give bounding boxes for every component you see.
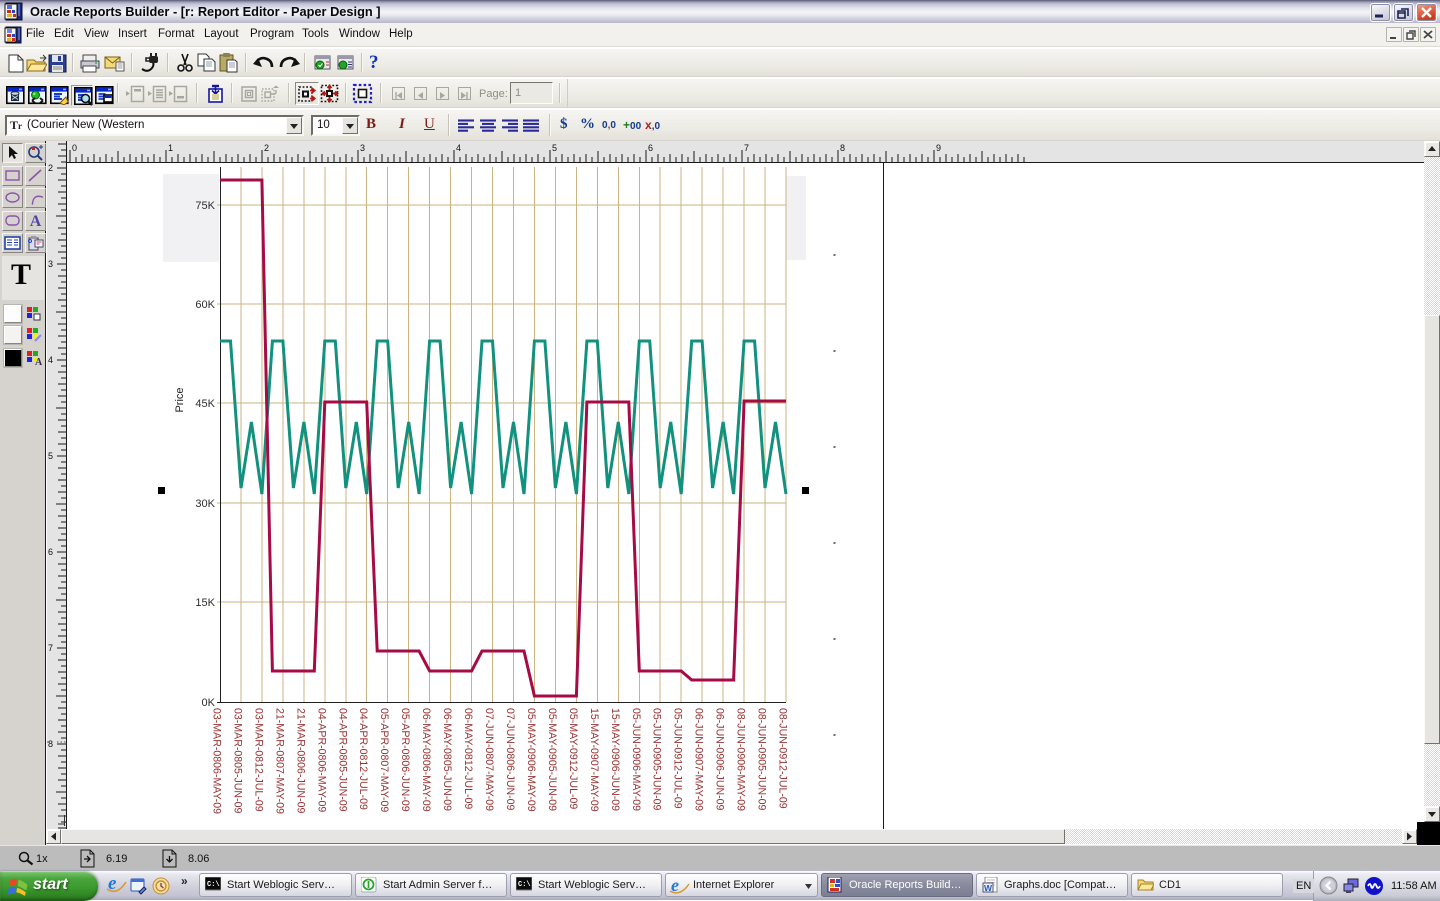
svg-text:30K: 30K [195, 498, 215, 510]
svg-text:75K: 75K [195, 200, 215, 212]
svg-text:03-MAR-0805-JUN-09: 03-MAR-0805-JUN-09 [232, 708, 244, 813]
svg-text:05-APR-0806-JUN-09: 05-APR-0806-JUN-09 [399, 708, 411, 812]
svg-text:04-APR-0805-JUN-09: 04-APR-0805-JUN-09 [336, 708, 348, 812]
svg-text:6: 6 [648, 143, 653, 153]
svg-text:05-JUN-0905-JUN-09: 05-JUN-0905-JUN-09 [651, 708, 663, 811]
svg-text:Price: Price [174, 387, 186, 412]
svg-text:08-JUN-0905-JUN-09: 08-JUN-0905-JUN-09 [756, 708, 768, 811]
svg-text:03-MAR-0812-JUL-09: 03-MAR-0812-JUL-09 [252, 708, 264, 812]
svg-text:C:\: C:\ [518, 881, 531, 889]
svg-text:A: A [30, 213, 42, 230]
svg-text:0: 0 [72, 143, 77, 153]
svg-text:A: A [35, 357, 43, 366]
svg-text:4: 4 [456, 143, 461, 153]
svg-text:2: 2 [264, 143, 269, 153]
svg-text:06-MAY-0812-JUL-09: 06-MAY-0812-JUL-09 [462, 708, 474, 809]
svg-text:60K: 60K [195, 299, 215, 311]
svg-text:4: 4 [48, 355, 53, 365]
svg-text:2: 2 [48, 163, 53, 173]
svg-text:6: 6 [48, 547, 53, 557]
svg-text:06-MAY-0805-JUN-09: 06-MAY-0805-JUN-09 [441, 708, 453, 811]
svg-text:15K: 15K [195, 597, 215, 609]
svg-text:W: W [984, 883, 993, 893]
svg-text:1: 1 [168, 143, 173, 153]
svg-text:05-JUN-0906-MAY-09: 05-JUN-0906-MAY-09 [630, 708, 642, 811]
svg-text:06-MAY-0806-MAY-09: 06-MAY-0806-MAY-09 [420, 708, 432, 812]
svg-text:21-MAR-0806-JUN-09: 21-MAR-0806-JUN-09 [294, 708, 306, 813]
svg-text:7: 7 [744, 143, 749, 153]
svg-text:5: 5 [552, 143, 557, 153]
svg-text:08-JUN-0906-MAY-09: 08-JUN-0906-MAY-09 [735, 708, 747, 811]
svg-text:15-MAY-0906-JUN-09: 15-MAY-0906-JUN-09 [609, 708, 621, 811]
svg-text:C:\: C:\ [207, 881, 220, 889]
svg-text:07-JUN-0806-JUN-09: 07-JUN-0806-JUN-09 [504, 708, 516, 811]
svg-text:8: 8 [48, 739, 53, 749]
svg-text:05-MAY-0905-JUN-09: 05-MAY-0905-JUN-09 [546, 708, 558, 811]
svg-text:05-JUN-0912-JUL-09: 05-JUN-0912-JUL-09 [672, 708, 684, 809]
svg-text:45K: 45K [195, 398, 215, 410]
svg-text:05-MAY-0906-MAY-09: 05-MAY-0906-MAY-09 [525, 708, 537, 812]
svg-text:08-JUN-0912-JUL-09: 08-JUN-0912-JUL-09 [777, 708, 789, 809]
svg-text:07-JUN-0807-MAY-09: 07-JUN-0807-MAY-09 [483, 708, 495, 811]
svg-text:04-APR-0812-JUL-09: 04-APR-0812-JUL-09 [357, 708, 369, 810]
svg-text:15-MAY-0907-MAY-09: 15-MAY-0907-MAY-09 [588, 708, 600, 812]
svg-text:06-JUN-0907-MAY-09: 06-JUN-0907-MAY-09 [693, 708, 705, 811]
svg-text:8: 8 [840, 143, 845, 153]
svg-text:06-JUN-0906-JUN-09: 06-JUN-0906-JUN-09 [714, 708, 726, 811]
svg-text:04-APR-0806-MAY-09: 04-APR-0806-MAY-09 [315, 708, 327, 812]
svg-text:3: 3 [48, 259, 53, 269]
svg-text:9: 9 [936, 143, 941, 153]
svg-text:05-APR-0807-MAY-09: 05-APR-0807-MAY-09 [378, 708, 390, 812]
svg-text:3: 3 [360, 143, 365, 153]
svg-text:05-MAY-0912-JUL-09: 05-MAY-0912-JUL-09 [567, 708, 579, 809]
svg-text:21-MAR-0807-MAY-09: 21-MAR-0807-MAY-09 [273, 708, 285, 814]
svg-text:03-MAR-0806-MAY-09: 03-MAR-0806-MAY-09 [211, 708, 223, 814]
svg-text:7: 7 [48, 643, 53, 653]
svg-text:5: 5 [48, 451, 53, 461]
